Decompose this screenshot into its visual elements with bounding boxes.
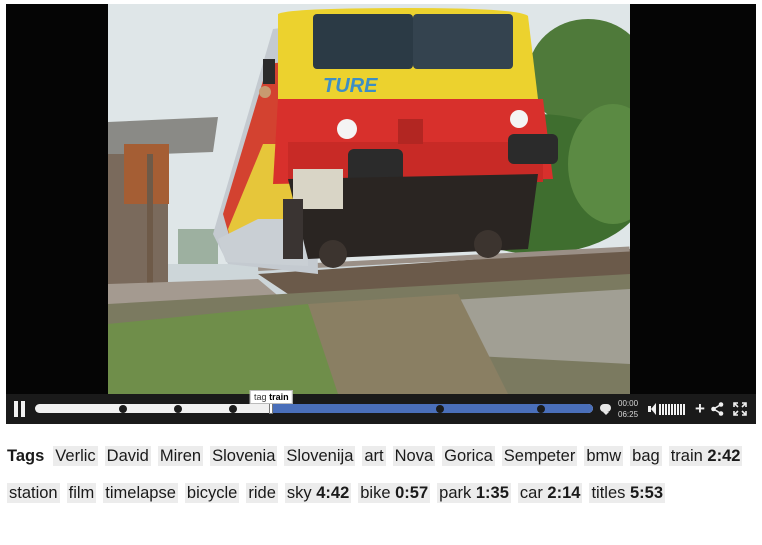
tag-name: bag bbox=[632, 447, 660, 465]
tag-time: 1:35 bbox=[475, 484, 509, 502]
tag-marker[interactable] bbox=[537, 404, 546, 413]
seek-bar[interactable]: tag train bbox=[35, 390, 593, 414]
share-icon[interactable] bbox=[711, 402, 724, 416]
tag-item[interactable]: Verlic bbox=[53, 446, 98, 466]
tag-marker[interactable] bbox=[229, 404, 238, 413]
tag-time: 0:57 bbox=[395, 484, 429, 502]
tag-item[interactable]: Gorica bbox=[442, 446, 495, 466]
tag-item[interactable]: timelapse bbox=[103, 483, 178, 503]
tag-name: Slovenia bbox=[212, 447, 276, 465]
tag-item[interactable]: station bbox=[7, 483, 60, 503]
fullscreen-icon[interactable] bbox=[733, 402, 747, 416]
control-bar: tag train 00:00 06:25 + bbox=[6, 390, 756, 424]
current-time: 00:00 bbox=[618, 399, 639, 408]
tags-label: Tags bbox=[7, 447, 45, 465]
tag-item[interactable]: bike 0:57 bbox=[358, 483, 431, 503]
tag-marker[interactable] bbox=[119, 404, 128, 413]
tag-name: Sempeter bbox=[503, 447, 576, 465]
tag-item[interactable]: art bbox=[362, 446, 386, 466]
tag-marker[interactable] bbox=[174, 404, 183, 413]
tag-name: train bbox=[670, 447, 703, 465]
tag-item[interactable]: ride bbox=[246, 483, 278, 503]
volume-level[interactable] bbox=[659, 404, 686, 422]
tag-name: car bbox=[519, 484, 543, 502]
tag-item[interactable]: titles 5:53 bbox=[589, 483, 665, 503]
tag-tooltip: tag train bbox=[250, 390, 293, 404]
tag-time: 4:42 bbox=[316, 484, 350, 502]
video-still-train: TURE bbox=[108, 4, 630, 394]
tag-item[interactable]: film bbox=[66, 483, 97, 503]
tag-item[interactable]: sky 4:42 bbox=[284, 483, 352, 503]
add-tag-button[interactable]: + bbox=[693, 400, 707, 417]
video-frame[interactable]: TURE bbox=[108, 4, 630, 394]
tag-name: film bbox=[68, 484, 95, 502]
tag-item[interactable]: Miren bbox=[157, 446, 204, 466]
tags-list: Tags Verlic David Miren Slovenia Slovenija art… bbox=[7, 438, 757, 512]
tooltip-prefix: tag bbox=[254, 392, 267, 402]
svg-text:TURE: TURE bbox=[323, 75, 378, 97]
tag-marker[interactable] bbox=[435, 404, 444, 413]
comment-icon[interactable] bbox=[600, 404, 611, 415]
tag-name: bike bbox=[360, 484, 391, 502]
tag-name: David bbox=[106, 447, 149, 465]
tag-name: station bbox=[9, 484, 58, 502]
tag-name: titles bbox=[591, 484, 626, 502]
tag-name: Miren bbox=[159, 447, 202, 465]
tag-time: 2:14 bbox=[547, 484, 581, 502]
tag-name: bmw bbox=[586, 447, 622, 465]
tag-item[interactable]: train 2:42 bbox=[668, 446, 743, 466]
tag-name: sky bbox=[286, 484, 312, 502]
tag-time: 2:42 bbox=[707, 447, 741, 465]
video-player[interactable]: TURE tag train 00:00 06:25 + bbox=[6, 4, 756, 424]
tag-item[interactable]: David bbox=[104, 446, 151, 466]
playhead[interactable] bbox=[269, 403, 274, 414]
speaker-icon[interactable] bbox=[648, 403, 656, 415]
tag-item[interactable]: park 1:35 bbox=[437, 483, 511, 503]
tag-name: ride bbox=[248, 484, 276, 502]
tag-item[interactable]: bag bbox=[630, 446, 662, 466]
tooltip-tag-name: train bbox=[269, 392, 289, 402]
tag-item[interactable]: Sempeter bbox=[501, 446, 578, 466]
tag-item[interactable]: Slovenija bbox=[284, 446, 356, 466]
tag-name: Verlic bbox=[55, 447, 96, 465]
tag-item[interactable]: Nova bbox=[392, 446, 436, 466]
duration-time: 06:25 bbox=[618, 410, 639, 419]
tag-name: bicycle bbox=[186, 484, 238, 502]
tag-item[interactable]: bmw bbox=[584, 446, 624, 466]
tag-item[interactable]: bicycle bbox=[184, 483, 240, 503]
tag-name: Nova bbox=[394, 447, 434, 465]
volume-control[interactable] bbox=[648, 403, 688, 416]
tag-item[interactable]: Slovenia bbox=[210, 446, 278, 466]
tag-name: Gorica bbox=[444, 447, 493, 465]
tag-name: timelapse bbox=[105, 484, 176, 502]
tag-name: art bbox=[364, 447, 384, 465]
tag-name: Slovenija bbox=[286, 447, 354, 465]
tag-item[interactable]: car 2:14 bbox=[517, 483, 583, 503]
pause-button[interactable] bbox=[12, 401, 28, 417]
tag-time: 5:53 bbox=[629, 484, 663, 502]
tag-name: park bbox=[439, 484, 472, 502]
